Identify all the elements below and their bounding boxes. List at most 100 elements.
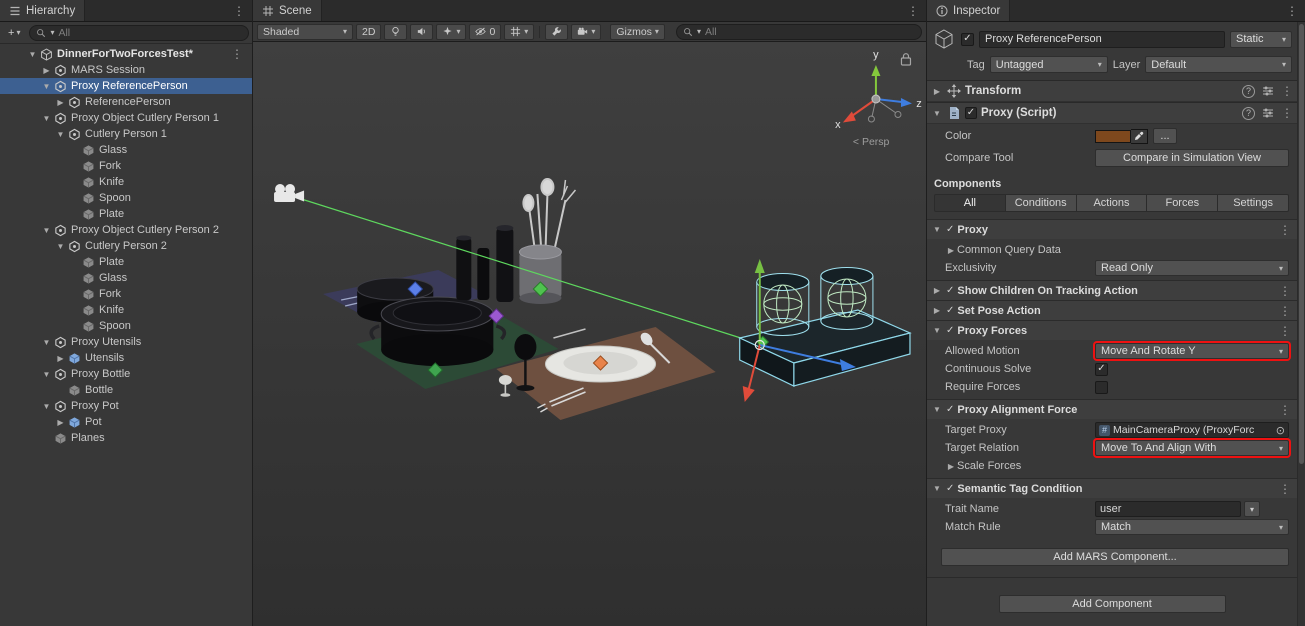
foldout-arrow[interactable]: ▶ [54, 354, 67, 363]
foldout-arrow[interactable]: ▼ [931, 225, 943, 234]
active-checkbox[interactable]: ✓ [961, 33, 974, 46]
foldout-arrow[interactable]: ▼ [40, 82, 53, 91]
hierarchy-item-cutlery-person-1[interactable]: ▼Cutlery Person 1 [0, 126, 252, 142]
kebab-menu-icon[interactable]: ⋮ [1281, 84, 1293, 98]
hierarchy-item-planes[interactable]: Planes [0, 430, 252, 446]
foldout-arrow[interactable]: ▶ [54, 418, 67, 427]
tab-inspector[interactable]: Inspector [927, 0, 1010, 21]
foldout-arrow[interactable]: ▼ [931, 326, 943, 335]
hierarchy-item-utensils[interactable]: ▶Utensils [0, 350, 252, 366]
hierarchy-item-knife[interactable]: Knife [0, 302, 252, 318]
tab-scene[interactable]: Scene [253, 0, 322, 21]
hierarchy-item-proxy-utensils[interactable]: ▼Proxy Utensils [0, 334, 252, 350]
tools-button[interactable] [545, 24, 568, 40]
help-icon[interactable]: ? [1242, 107, 1255, 120]
component-section-set-pose-action[interactable]: ▶✓Set Pose Action⋮ [927, 300, 1297, 320]
foldout-arrow[interactable]: ▼ [54, 242, 67, 251]
foldout-arrow[interactable]: ▼ [931, 484, 943, 493]
grid-visibility-dropdown[interactable]: ▾ [504, 24, 534, 40]
foldout-arrow[interactable]: ▶ [945, 246, 957, 255]
foldout-arrow[interactable]: ▼ [40, 370, 53, 379]
foldout-arrow[interactable]: ▶ [931, 87, 943, 96]
allowed-motion-dropdown[interactable]: Move And Rotate Y▾ [1095, 343, 1289, 359]
scrollbar-thumb[interactable] [1299, 24, 1304, 464]
hierarchy-item-mars-session[interactable]: ▶MARS Session [0, 62, 252, 78]
proxy-script-component-header[interactable]: ▼ ✓ Proxy (Script) ? ⋮ [927, 102, 1297, 124]
exclusivity-dropdown[interactable]: Read Only▾ [1095, 260, 1289, 276]
foldout-arrow[interactable]: ▼ [40, 226, 53, 235]
hierarchy-item-proxy-object-cutlery-person-2[interactable]: ▼Proxy Object Cutlery Person 2 [0, 222, 252, 238]
static-dropdown[interactable]: Static ▾ [1230, 31, 1292, 48]
search-filter-caret-icon[interactable]: ▾ [50, 28, 54, 37]
hierarchy-item-proxy-pot[interactable]: ▼Proxy Pot [0, 398, 252, 414]
kebab-menu-icon[interactable]: ⋮ [1279, 223, 1291, 237]
scene-search-input[interactable]: ▾ All [676, 24, 922, 40]
foldout-arrow[interactable]: ▶ [931, 286, 943, 295]
kebab-menu-icon[interactable]: ⋮ [1279, 403, 1291, 417]
camera-settings-dropdown[interactable]: ▾ [571, 24, 601, 40]
scene-viewport[interactable]: y z x < Persp [253, 42, 926, 626]
foldout-arrow[interactable]: ▼ [54, 130, 67, 139]
layer-dropdown[interactable]: Default ▾ [1145, 56, 1292, 73]
color-more-button[interactable]: ... [1153, 128, 1177, 144]
foldout-arrow[interactable]: ▼ [40, 402, 53, 411]
hierarchy-item-glass[interactable]: Glass [0, 270, 252, 286]
add-component-button[interactable]: Add Component [999, 595, 1226, 613]
hierarchy-search-input[interactable]: ▾ All [29, 25, 249, 41]
component-section-semantic-tag-condition[interactable]: ▼✓Semantic Tag Condition⋮ [927, 478, 1297, 498]
kebab-menu-icon[interactable]: ⋮ [1279, 324, 1291, 338]
hierarchy-item-proxy-object-cutlery-person-1[interactable]: ▼Proxy Object Cutlery Person 1 [0, 110, 252, 126]
hierarchy-item-pot[interactable]: ▶Pot [0, 414, 252, 430]
inspector-scrollbar[interactable] [1297, 22, 1305, 626]
component-section-proxy-forces[interactable]: ▼✓Proxy Forces⋮ [927, 320, 1297, 340]
hierarchy-item-cutlery-person-2[interactable]: ▼Cutlery Person 2 [0, 238, 252, 254]
foldout-arrow[interactable]: ▼ [40, 338, 53, 347]
kebab-menu-icon[interactable]: ⋮ [1286, 4, 1298, 18]
audio-toggle-button[interactable] [410, 24, 433, 40]
kebab-menu-icon[interactable]: ⋮ [231, 47, 252, 61]
component-section-proxy[interactable]: ▼✓Proxy⋮ [927, 219, 1297, 239]
lighting-toggle-button[interactable] [384, 24, 407, 40]
target-proxy-object-field[interactable]: #MainCameraProxy (ProxyForc⊙ [1095, 422, 1289, 438]
gameobject-name-field[interactable]: Proxy ReferencePerson [979, 31, 1225, 48]
search-filter-caret-icon[interactable]: ▾ [697, 27, 701, 36]
2d-toggle-button[interactable]: 2D [356, 24, 381, 40]
hierarchy-item-glass[interactable]: Glass [0, 142, 252, 158]
eyedropper-button[interactable] [1131, 129, 1148, 144]
foldout-arrow[interactable]: ▼ [931, 109, 943, 118]
filter-tab-actions[interactable]: Actions [1077, 194, 1148, 212]
filter-tab-settings[interactable]: Settings [1218, 194, 1289, 212]
big-pot[interactable] [371, 297, 504, 366]
target-relation-dropdown[interactable]: Move To And Align With▾ [1095, 440, 1289, 456]
scene-visibility-button[interactable]: 0 [469, 24, 501, 40]
hierarchy-item-dinnerfortwoforcestest[interactable]: ▼DinnerForTwoForcesTest*⋮ [0, 46, 252, 62]
component-section-show-children-on-tracking-action[interactable]: ▶✓Show Children On Tracking Action⋮ [927, 280, 1297, 300]
create-object-button[interactable]: + ▾ [3, 26, 25, 40]
presets-icon[interactable] [1262, 85, 1274, 97]
kebab-menu-icon[interactable]: ⋮ [907, 4, 919, 18]
require-forces-checkbox[interactable] [1095, 381, 1108, 394]
color-swatch[interactable] [1095, 130, 1131, 143]
foldout-arrow[interactable]: ▼ [40, 114, 53, 123]
foldout-arrow[interactable]: ▼ [931, 405, 943, 414]
trait-name-text-field[interactable]: user [1095, 501, 1241, 517]
component-section-proxy-alignment-force[interactable]: ▼✓Proxy Alignment Force⋮ [927, 399, 1297, 419]
hierarchy-item-referenceperson[interactable]: ▶ReferencePerson [0, 94, 252, 110]
chevron-down-icon[interactable]: ▾ [1244, 501, 1260, 517]
presets-icon[interactable] [1262, 107, 1274, 119]
foldout-arrow[interactable]: ▶ [40, 66, 53, 75]
effects-dropdown[interactable]: ▾ [436, 24, 466, 40]
foldout-arrow[interactable]: ▼ [26, 50, 39, 59]
match-rule-dropdown[interactable]: Match▾ [1095, 519, 1289, 535]
hierarchy-item-proxy-bottle[interactable]: ▼Proxy Bottle [0, 366, 252, 382]
hierarchy-item-spoon[interactable]: Spoon [0, 318, 252, 334]
hierarchy-item-bottle[interactable]: Bottle [0, 382, 252, 398]
filter-tab-forces[interactable]: Forces [1147, 194, 1218, 212]
add-mars-component-button[interactable]: Add MARS Component... [941, 548, 1289, 566]
kebab-menu-icon[interactable]: ⋮ [1279, 304, 1291, 318]
hierarchy-item-plate[interactable]: Plate [0, 254, 252, 270]
hierarchy-item-fork[interactable]: Fork [0, 158, 252, 174]
filter-tab-conditions[interactable]: Conditions [1006, 194, 1077, 212]
tag-dropdown[interactable]: Untagged ▾ [990, 56, 1108, 73]
hierarchy-item-plate[interactable]: Plate [0, 206, 252, 222]
